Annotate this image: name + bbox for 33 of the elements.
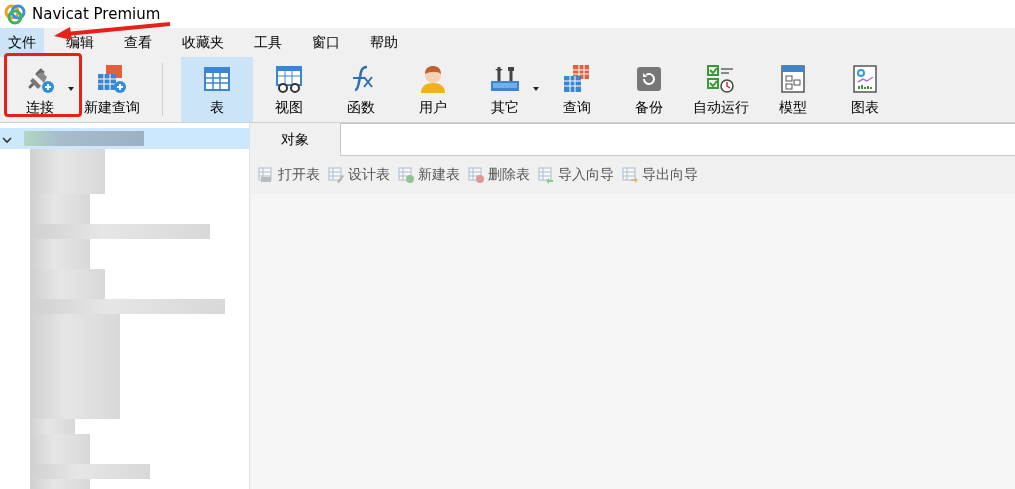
menu-item[interactable]: 查看	[116, 28, 160, 57]
menu-item[interactable]: 帮助	[362, 28, 406, 57]
design-table-icon	[328, 166, 345, 184]
toolbar-button[interactable]: 新建查询	[76, 57, 148, 122]
schedule-icon	[705, 62, 737, 95]
blurred-label	[30, 434, 90, 449]
menu-item[interactable]: 窗口	[304, 28, 348, 57]
dropdown-caret-icon[interactable]	[68, 87, 74, 91]
new-query-icon	[96, 62, 128, 95]
toolbar-button[interactable]: 函数	[325, 57, 397, 122]
delete-table-icon	[468, 166, 485, 184]
open-table-icon	[258, 166, 275, 184]
toolbar-button[interactable]: 备份	[613, 57, 685, 122]
toolbar-button[interactable]: 查询	[541, 57, 613, 122]
import-icon	[538, 166, 555, 184]
toolbar-button[interactable]: 图表	[829, 57, 901, 122]
toolbar-button[interactable]: 表	[181, 57, 253, 122]
app-logo-icon	[4, 3, 26, 25]
export-icon	[622, 166, 639, 184]
add-table-icon	[398, 166, 415, 184]
menu-item[interactable]: 文件	[0, 28, 44, 57]
menu-item[interactable]: 编辑	[58, 28, 102, 57]
toolbar-button[interactable]: 用户	[397, 57, 469, 122]
window-title: Navicat Premium	[32, 5, 161, 23]
toolbar-button[interactable]: 其它	[469, 57, 541, 122]
toolbar-button[interactable]: 视图	[253, 57, 325, 122]
chevron-down-icon[interactable]	[2, 136, 12, 144]
toolbar-button[interactable]: 自动运行	[685, 57, 757, 122]
menu-item[interactable]: 工具	[246, 28, 290, 57]
toolbar-button[interactable]: 连接	[4, 57, 76, 122]
menu-item[interactable]: 收藏夹	[174, 28, 232, 57]
dropdown-caret-icon[interactable]	[533, 87, 539, 91]
toolbar-button[interactable]: 模型	[757, 57, 829, 122]
